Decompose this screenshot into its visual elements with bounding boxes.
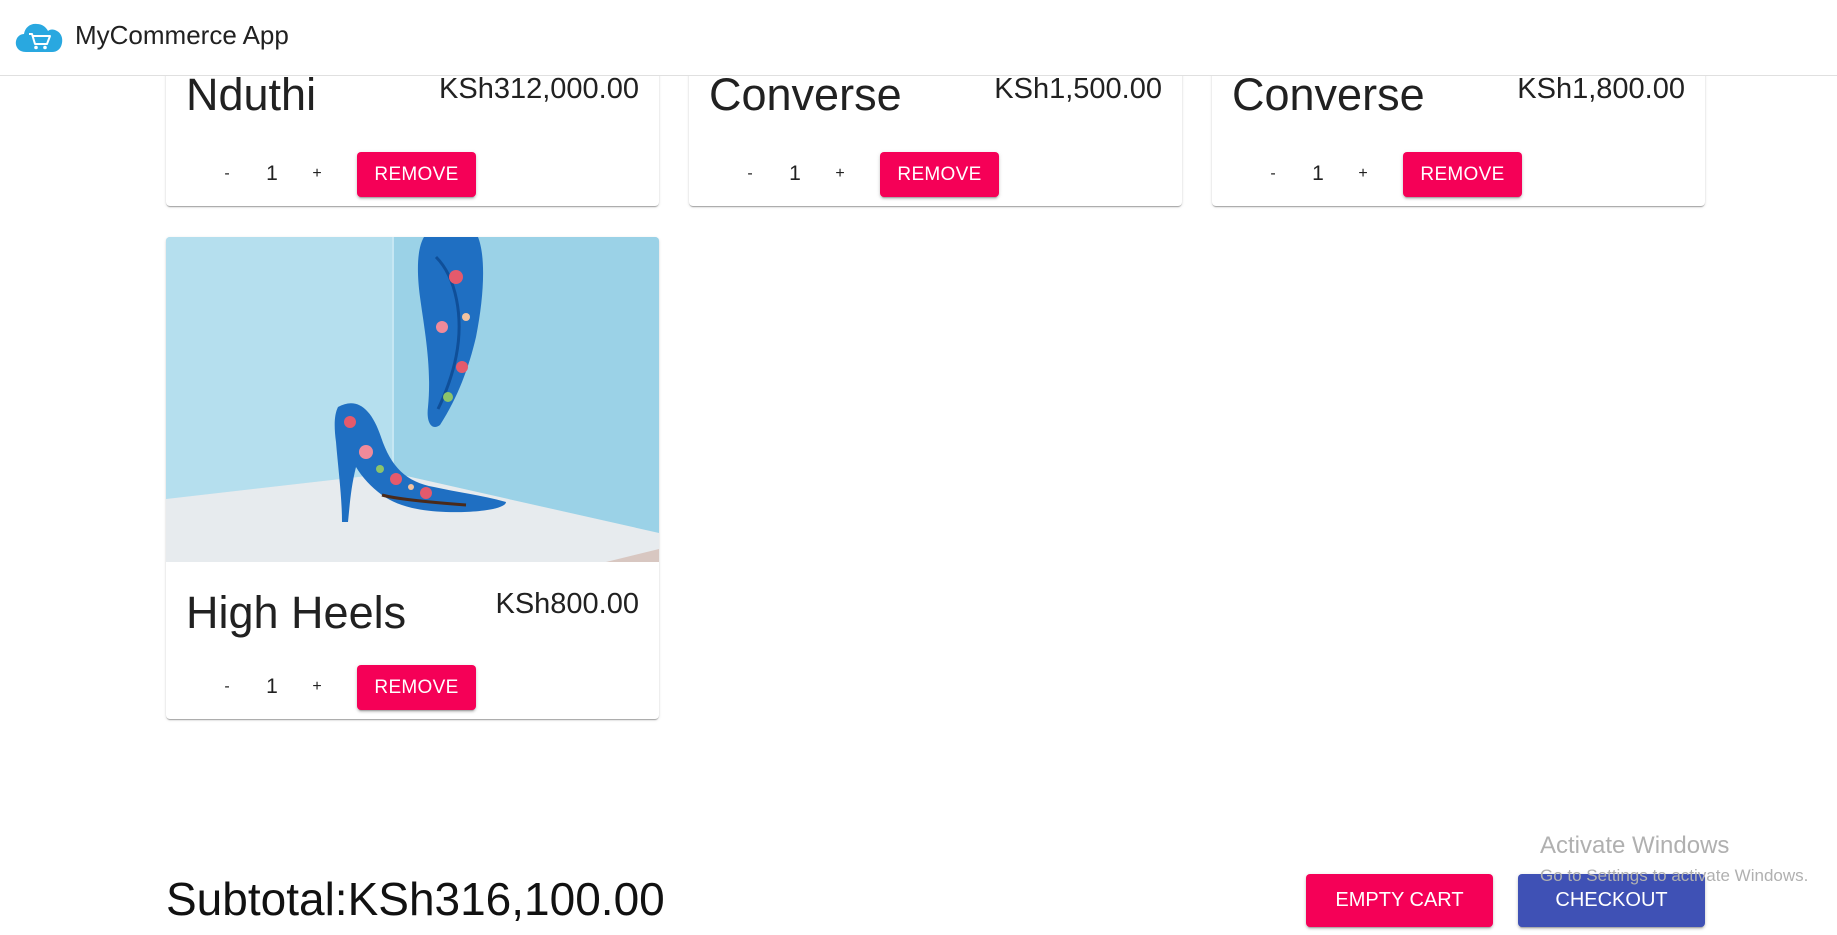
increase-quantity-button[interactable]: + [825,159,855,189]
cart-item-card: High Heels KSh800.00 - 1 + REMOVE [166,237,659,719]
quantity-value: 1 [789,162,801,185]
decrease-quantity-button[interactable]: - [212,159,242,189]
remove-button[interactable]: REMOVE [880,152,999,197]
remove-button[interactable]: REMOVE [357,152,476,197]
increase-quantity-button[interactable]: + [1348,159,1378,189]
decrease-quantity-button[interactable]: - [212,672,242,702]
shopping-cart-cloud-icon[interactable] [14,18,64,54]
product-name: Converse [1232,69,1425,120]
decrease-quantity-button[interactable]: - [735,159,765,189]
quantity-value: 1 [266,162,278,185]
product-price: KSh800.00 [495,588,639,620]
watermark-title: Activate Windows [1540,832,1730,859]
product-price: KSh312,000.00 [439,73,639,105]
quantity-value: 1 [266,675,278,698]
watermark-subtitle: Go to Settings to activate Windows. [1540,866,1809,885]
product-name: High Heels [186,587,407,638]
decrease-quantity-button[interactable]: - [1258,159,1288,189]
product-price: KSh1,500.00 [994,73,1162,105]
product-name: Converse [709,69,902,120]
increase-quantity-button[interactable]: + [302,672,332,702]
remove-button[interactable]: REMOVE [357,665,476,710]
increase-quantity-button[interactable]: + [302,159,332,189]
remove-button[interactable]: REMOVE [1403,152,1522,197]
app-title: MyCommerce App [75,20,289,50]
quantity-value: 1 [1312,162,1324,185]
empty-cart-button[interactable]: EMPTY CART [1306,874,1493,927]
product-image [166,237,659,562]
subtotal-text: Subtotal:KSh316,100.00 [166,873,665,925]
app-bar: MyCommerce App [0,0,1837,76]
activate-windows-watermark: Activate Windows Go to Settings to activ… [1540,832,1808,886]
product-name: Nduthi [186,69,317,120]
product-price: KSh1,800.00 [1517,73,1685,105]
